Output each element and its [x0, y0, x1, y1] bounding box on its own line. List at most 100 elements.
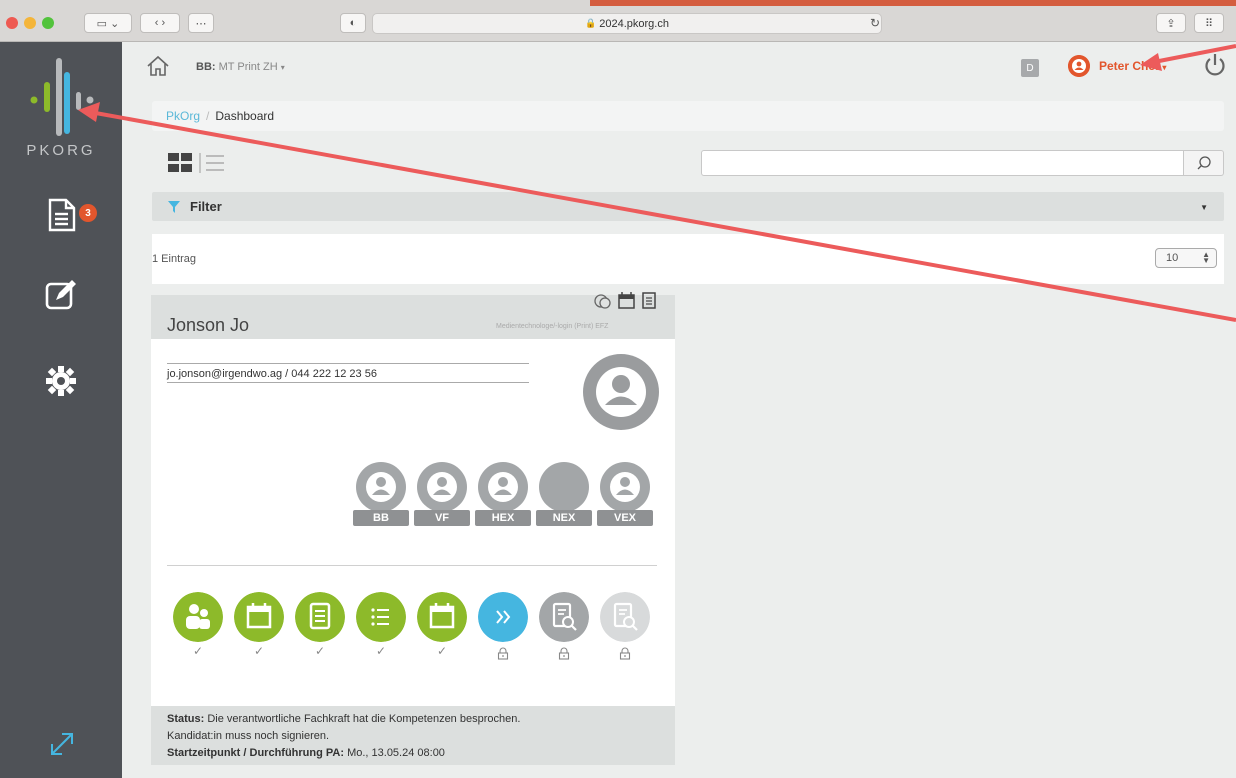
role-avatar-icon — [600, 462, 650, 512]
gear-icon[interactable] — [44, 364, 78, 398]
grid-dots-icon: ⋯ — [195, 17, 207, 30]
calendar-icon — [417, 592, 467, 642]
view-toggle — [168, 153, 224, 173]
breadcrumb-root-link[interactable]: PkOrg — [166, 109, 200, 123]
entries-bar: 1 Eintrag — [152, 234, 1224, 284]
back-forward-buttons[interactable]: ‹ › — [140, 13, 180, 33]
caret-down-icon: ▼ — [1200, 203, 1208, 212]
org-label: BB: — [196, 61, 216, 73]
document-search-icon — [539, 592, 589, 642]
d-toggle[interactable]: D — [1021, 59, 1039, 77]
step-forward[interactable] — [476, 592, 530, 664]
sidebar-toggle-button[interactable]: ▭ ⌄ — [84, 13, 132, 33]
divider-line — [167, 382, 529, 383]
zoom-window-button[interactable] — [42, 17, 54, 29]
list-view-icon[interactable] — [206, 155, 224, 171]
step-calendar[interactable]: ✓ — [232, 592, 286, 664]
role-vex[interactable]: VEX — [597, 460, 653, 528]
home-icon[interactable] — [146, 54, 170, 78]
comments-icon[interactable] — [594, 294, 611, 309]
reload-icon[interactable]: ↻ — [870, 16, 880, 30]
calendar-icon[interactable] — [618, 292, 635, 309]
shield-half-icon: ◐ — [349, 17, 357, 29]
lock-icon — [619, 647, 631, 660]
breadcrumb: PkOrg / Dashboard — [152, 101, 1224, 131]
step-document[interactable]: ✓ — [293, 592, 347, 664]
forward-icon — [478, 592, 528, 642]
step-calendar-2[interactable]: ✓ — [415, 592, 469, 664]
start-label: Startzeitpunkt / Durchführung PA: — [167, 747, 345, 759]
card-divider — [167, 565, 657, 566]
lock-icon — [497, 647, 509, 660]
grid-view-icon[interactable] — [168, 153, 192, 172]
org-selector[interactable]: BB: MT Print ZH ▾ — [196, 61, 285, 73]
checkmark-icon: ✓ — [192, 644, 204, 658]
expand-icon[interactable] — [48, 730, 76, 758]
start-value: Mo., 13.05.24 08:00 — [347, 747, 445, 759]
filter-icon — [168, 200, 180, 213]
user-name: Peter Chef — [1099, 59, 1160, 73]
filter-bar[interactable]: Filter ▼ — [152, 192, 1224, 221]
candidate-name: Jonson Jo — [167, 315, 250, 335]
document-icon[interactable] — [642, 292, 656, 309]
status-label: Status: — [167, 713, 205, 725]
address-bar[interactable]: 🔒 2024.pkorg.ch — [372, 13, 882, 34]
list-icon — [356, 592, 406, 642]
role-vf[interactable]: VF — [414, 460, 470, 528]
stepper-arrows-icon: ▲ ▼ — [1202, 250, 1210, 265]
entry-count: 1 Eintrag — [152, 253, 197, 265]
divider-line — [167, 363, 529, 364]
share-button[interactable]: ⇪ — [1156, 13, 1186, 33]
sidebar: PKORG 3 — [0, 42, 122, 778]
document-list-icon[interactable] — [44, 198, 78, 232]
candidate-avatar-icon — [583, 354, 659, 430]
role-nex[interactable]: NEX — [536, 460, 592, 528]
filter-label: Filter — [190, 199, 222, 214]
search-input[interactable] — [701, 150, 1184, 176]
back-forward-icon: ‹ › — [154, 17, 166, 29]
share-icon: ⇪ — [1166, 17, 1176, 30]
status-text: Die verantwortliche Fachkraft hat die Ko… — [207, 713, 521, 725]
role-label: NEX — [536, 510, 592, 526]
pkorg-logo[interactable] — [28, 58, 98, 138]
role-hex[interactable]: HEX — [475, 460, 531, 528]
step-people[interactable]: ✓ — [171, 592, 225, 664]
search-button[interactable] — [1184, 150, 1224, 176]
user-avatar-icon[interactable] — [1068, 55, 1090, 77]
role-avatar-icon — [478, 462, 528, 512]
document-icon — [295, 592, 345, 642]
checkmark-icon: ✓ — [436, 644, 448, 658]
candidate-contact: jo.jonson@irgendwo.ag / 044 222 12 23 56 — [167, 368, 377, 380]
chevron-down-icon: ▾ — [280, 63, 285, 72]
top-bar: BB: MT Print ZH ▾ D Peter Chef ▾ — [122, 42, 1236, 92]
role-label: VEX — [597, 510, 653, 526]
calendar-icon — [234, 592, 284, 642]
grid-tabs-button[interactable]: ⋯ — [188, 13, 214, 33]
logo-text: PKORG — [26, 142, 96, 159]
role-empty-avatar-icon — [539, 462, 589, 512]
tab-strip — [590, 0, 1236, 6]
role-bb[interactable]: BB — [353, 460, 409, 528]
role-avatar-icon — [356, 462, 406, 512]
card-action-icons — [594, 292, 656, 309]
user-menu[interactable]: Peter Chef ▾ — [1099, 59, 1166, 73]
checkmark-icon: ✓ — [375, 644, 387, 658]
step-review-final[interactable] — [598, 592, 652, 664]
tab-overview-icon: ⠿ — [1204, 17, 1214, 30]
power-icon[interactable] — [1202, 52, 1228, 78]
role-label: VF — [414, 510, 470, 526]
minimize-window-button[interactable] — [24, 17, 36, 29]
candidate-card[interactable]: Jonson Jo Medientechnologe/-login (Print… — [151, 292, 675, 765]
lock-icon: 🔒 — [585, 18, 597, 28]
org-value: MT Print ZH — [218, 61, 278, 73]
step-list[interactable]: ✓ — [354, 592, 408, 664]
checkmark-icon: ✓ — [253, 644, 265, 658]
close-window-button[interactable] — [6, 17, 18, 29]
page-size-select[interactable]: 10 ▲ ▼ — [1155, 248, 1217, 268]
document-search-icon — [600, 592, 650, 642]
step-review[interactable] — [537, 592, 591, 664]
tab-overview-button[interactable]: ⠿ — [1194, 13, 1224, 33]
url-text: 2024.pkorg.ch — [599, 17, 669, 30]
privacy-button[interactable]: ◐ — [340, 13, 366, 33]
edit-icon[interactable] — [44, 278, 78, 312]
